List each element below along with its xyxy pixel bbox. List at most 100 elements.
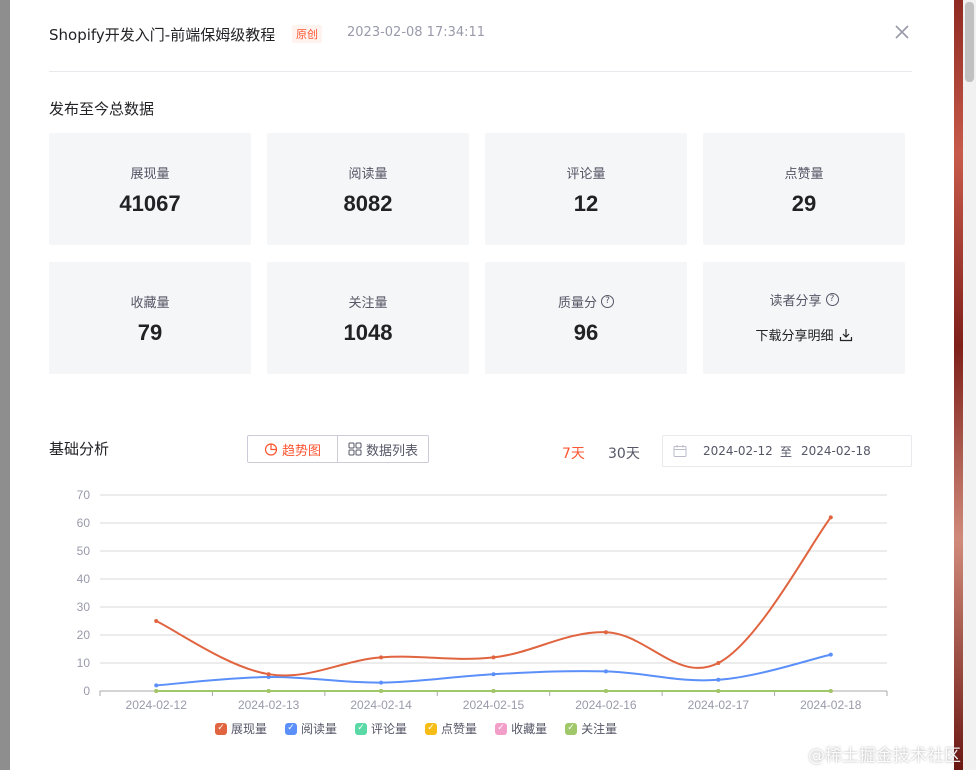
stat-card-reads: 阅读量 8082: [267, 133, 469, 245]
start-date[interactable]: 2024-02-12: [703, 444, 773, 458]
x-tick-label: 2024-02-12: [126, 698, 188, 712]
legend-label: 评论量: [371, 722, 408, 736]
date-range-picker[interactable]: 2024-02-12 至 2024-02-18: [662, 435, 912, 467]
series-line-0: [155, 516, 832, 677]
legend-item[interactable]: ✓ 点赞量: [425, 720, 477, 737]
y-tick-label: 60: [77, 516, 91, 530]
stat-card-follows: 关注量 1048: [267, 262, 469, 374]
data-point[interactable]: [379, 680, 384, 685]
data-point[interactable]: [154, 689, 159, 693]
checkbox-icon: ✓: [215, 722, 227, 735]
data-point[interactable]: [603, 669, 608, 674]
range-7-days[interactable]: 7天: [562, 443, 585, 463]
checkbox-icon: ✓: [565, 722, 578, 735]
totals-section-title: 发布至今总数据: [49, 100, 155, 118]
legend-label: 关注量: [581, 722, 618, 736]
data-point[interactable]: [716, 689, 721, 693]
legend-item[interactable]: ✓ 关注量: [565, 720, 617, 737]
checkbox-icon: ✓: [425, 722, 438, 735]
scrollbar-thumb[interactable]: [965, 2, 974, 82]
x-tick-label: 2024-02-14: [350, 698, 412, 712]
close-button[interactable]: [892, 22, 912, 42]
checkbox-icon: ✓: [495, 722, 508, 735]
analysis-section-title: 基础分析: [49, 440, 110, 458]
legend-item[interactable]: ✓ 阅读量: [285, 720, 337, 737]
y-tick-label: 10: [77, 656, 91, 670]
watermark: @稀土掘金技术社区: [808, 746, 961, 766]
checkbox-icon: ✓: [355, 722, 368, 735]
stat-value: 41067: [119, 191, 181, 216]
data-point[interactable]: [603, 630, 608, 635]
data-point[interactable]: [491, 672, 496, 677]
help-icon[interactable]: ?: [825, 293, 839, 306]
stat-label: 阅读量: [348, 167, 388, 182]
legend-item[interactable]: ✓ 展现量: [215, 720, 267, 737]
x-tick-label: 2024-02-15: [463, 698, 525, 712]
download-share-details-link[interactable]: 下载分享明细: [703, 325, 905, 344]
legend-label: 收藏量: [511, 722, 548, 736]
stat-value: 96: [573, 320, 599, 345]
data-list-tab[interactable]: 数据列表: [338, 436, 428, 462]
publish-time: 2023-02-08 17:34:11: [347, 25, 486, 40]
x-tick-label: 2024-02-13: [238, 698, 300, 712]
data-point[interactable]: [828, 689, 833, 693]
y-tick-label: 0: [83, 684, 90, 698]
stat-label: 关注量: [348, 296, 388, 311]
y-tick-label: 50: [77, 544, 91, 558]
stat-label: 收藏量: [130, 296, 170, 311]
backdrop-right: [954, 0, 976, 770]
download-icon: [839, 328, 852, 341]
stat-label: 评论量: [566, 167, 606, 182]
stat-value: 79: [137, 320, 163, 345]
stat-value: 29: [791, 191, 817, 216]
stat-label: 展现量: [130, 167, 170, 182]
x-tick-label: 2024-02-16: [575, 698, 637, 712]
stat-label: 读者分享: [769, 294, 822, 309]
stat-value: 12: [573, 191, 599, 216]
data-point[interactable]: [716, 661, 721, 665]
data-point[interactable]: [491, 689, 496, 693]
data-point[interactable]: [154, 619, 159, 623]
data-point[interactable]: [828, 652, 833, 657]
y-tick-label: 40: [77, 572, 91, 586]
help-icon[interactable]: ?: [601, 295, 614, 308]
data-point[interactable]: [379, 689, 384, 693]
stat-value: 8082: [343, 191, 393, 216]
view-toggle: 趋势图 数据列表: [247, 435, 429, 463]
data-point[interactable]: [828, 515, 833, 520]
calendar-icon: [673, 445, 687, 457]
date-separator: 至: [780, 445, 793, 459]
data-point[interactable]: [716, 677, 721, 682]
trend-chart-label: 趋势图: [281, 443, 321, 459]
legend-label: 点赞量: [441, 722, 478, 736]
end-date[interactable]: 2024-02-18: [801, 444, 871, 458]
chart-legend: ✓ 展现量 ✓ 阅读量 ✓ 评论量 ✓ 点赞量 ✓ 收藏量 ✓ 关注量: [215, 720, 617, 737]
data-point[interactable]: [154, 683, 159, 688]
stat-card-reader-share: 读者分享 ? 下载分享明细: [703, 262, 905, 374]
backdrop-left: [0, 0, 10, 770]
data-point[interactable]: [266, 672, 271, 677]
legend-item[interactable]: ✓ 收藏量: [495, 720, 547, 737]
stat-card-views: 展现量 41067: [49, 133, 251, 245]
data-point[interactable]: [379, 655, 384, 660]
checkbox-icon: ✓: [285, 722, 298, 735]
legend-label: 展现量: [231, 722, 268, 736]
original-badge: 原创: [292, 25, 322, 43]
legend-label: 阅读量: [301, 722, 338, 736]
data-point[interactable]: [266, 689, 271, 693]
range-30-days[interactable]: 30天: [608, 443, 640, 463]
stat-card-comments: 评论量 12: [485, 133, 687, 245]
scrollbar-track[interactable]: [963, 0, 976, 770]
data-point[interactable]: [603, 689, 608, 693]
data-point[interactable]: [491, 655, 496, 660]
article-data-modal: Shopify开发入门-前端保姆级教程 原创 2023-02-08 17:34:…: [10, 0, 954, 770]
modal-header: Shopify开发入门-前端保姆级教程 原创 2023-02-08 17:34:…: [49, 0, 912, 72]
data-list-label: 数据列表: [365, 443, 418, 459]
stat-label: 质量分: [557, 296, 597, 311]
stat-card-likes: 点赞量 29: [703, 133, 905, 245]
x-tick-label: 2024-02-18: [800, 698, 862, 712]
legend-item[interactable]: ✓ 评论量: [355, 720, 407, 737]
trend-chart-tab[interactable]: 趋势图: [248, 436, 338, 462]
stat-label: 点赞量: [784, 167, 824, 182]
stat-card-favorites: 收藏量 79: [49, 262, 251, 374]
